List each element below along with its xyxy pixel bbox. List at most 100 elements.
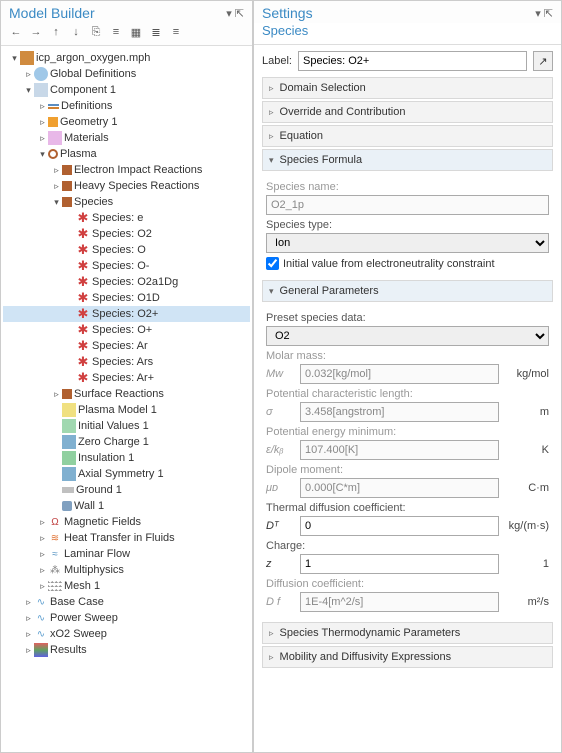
tree-twisty-icon[interactable]: ▹ xyxy=(23,597,34,608)
tree-twisty-icon[interactable]: ▹ xyxy=(37,533,48,544)
toolbar-button-3[interactable]: ↓ xyxy=(69,25,83,39)
molar-mass-label: Molar mass: xyxy=(266,350,549,362)
tree-item[interactable]: Species: e xyxy=(3,210,250,226)
toolbar-button-2[interactable]: ↑ xyxy=(49,25,63,39)
section-equation[interactable]: ▹Equation xyxy=(262,125,553,147)
tree-node-icon xyxy=(62,501,72,511)
tree-item[interactable]: ▹Multiphysics xyxy=(3,562,250,578)
tree-item[interactable]: Plasma Model 1 xyxy=(3,402,250,418)
tree-item[interactable]: Species: Ars xyxy=(3,354,250,370)
tree-node-label: Magnetic Fields xyxy=(64,516,141,528)
settings-body: Label: ↗ ▹Domain Selection ▹Override and… xyxy=(254,45,561,752)
tree-item[interactable]: ▹ Base Case xyxy=(3,594,250,610)
section-formula[interactable]: ▾Species Formula xyxy=(262,149,553,171)
tree-twisty-icon[interactable]: ▹ xyxy=(37,565,48,576)
tree-twisty-icon[interactable]: ▹ xyxy=(37,517,48,528)
tree-item[interactable]: Species: Ar xyxy=(3,338,250,354)
dipole-symbol: μᴅ xyxy=(266,482,296,494)
section-override[interactable]: ▹Override and Contribution xyxy=(262,101,553,123)
section-mobility[interactable]: ▹Mobility and Diffusivity Expressions xyxy=(262,646,553,668)
toolbar-button-5[interactable]: ≡ xyxy=(109,25,123,39)
tree-item[interactable]: ▹Laminar Flow xyxy=(3,546,250,562)
tree-item[interactable]: Wall 1 xyxy=(3,498,250,514)
tree-twisty-icon[interactable]: ▹ xyxy=(51,181,62,192)
tree-twisty-icon[interactable]: ▹ xyxy=(37,549,48,560)
tree-twisty-icon[interactable]: ▾ xyxy=(23,85,34,96)
tdc-input[interactable] xyxy=(300,516,499,536)
tree-item[interactable]: Species: O2a1Dg xyxy=(3,274,250,290)
label-input[interactable] xyxy=(298,51,527,71)
tree-item[interactable]: ▾ Component 1 xyxy=(3,82,250,98)
species-type-select[interactable]: Ion xyxy=(266,233,549,253)
tree-item[interactable]: ▹Definitions xyxy=(3,98,250,114)
tree-item[interactable]: Axial Symmetry 1 xyxy=(3,466,250,482)
tree-item[interactable]: ▹Geometry 1 xyxy=(3,114,250,130)
tree-item[interactable]: ▹ Power Sweep xyxy=(3,610,250,626)
tree-node-label: Zero Charge 1 xyxy=(78,436,149,448)
tree-item[interactable]: Zero Charge 1 xyxy=(3,434,250,450)
toolbar-button-1[interactable]: → xyxy=(29,25,43,39)
tree-item[interactable]: ▹Materials xyxy=(3,130,250,146)
tree-node-label: Power Sweep xyxy=(50,612,118,624)
tree-item[interactable]: Species: O xyxy=(3,242,250,258)
toolbar-button-7[interactable]: ≣ xyxy=(149,25,163,39)
tree-twisty-icon[interactable]: ▹ xyxy=(51,389,62,400)
tree-item[interactable]: Species: O- xyxy=(3,258,250,274)
tree-twisty-icon[interactable]: ▹ xyxy=(37,101,48,112)
tree-item[interactable]: Species: O1D xyxy=(3,290,250,306)
toolbar-button-6[interactable]: ▦ xyxy=(129,25,143,39)
tree-node-icon xyxy=(62,487,74,493)
tree-item[interactable]: ▹Results xyxy=(3,642,250,658)
tree-item[interactable]: ▹xO2 Sweep xyxy=(3,626,250,642)
toolbar-button-4[interactable]: ⎘ xyxy=(89,25,103,39)
tree-node-label: Component 1 xyxy=(50,84,116,96)
charge-symbol: z xyxy=(266,558,296,570)
tree-twisty-icon[interactable]: ▹ xyxy=(23,629,34,640)
tree-twisty-icon[interactable]: ▹ xyxy=(37,133,48,144)
tree-item[interactable]: ▹Surface Reactions xyxy=(3,386,250,402)
tree-item[interactable]: Species: Ar+ xyxy=(3,370,250,386)
tree-item[interactable]: Insulation 1 xyxy=(3,450,250,466)
tree-node-label: Base Case xyxy=(50,596,104,608)
preset-select[interactable]: O2 xyxy=(266,326,549,346)
section-thermo[interactable]: ▹Species Thermodynamic Parameters xyxy=(262,622,553,644)
tree-item[interactable]: Ground 1 xyxy=(3,482,250,498)
tree-item[interactable]: Species: O+ xyxy=(3,322,250,338)
tree-twisty-icon[interactable]: ▹ xyxy=(23,645,34,656)
label-caption: Label: xyxy=(262,55,292,67)
electroneutrality-checkbox-row[interactable]: Initial value from electroneutrality con… xyxy=(266,257,549,270)
tree-node-label: Species: e xyxy=(92,212,143,224)
section-general[interactable]: ▾General Parameters xyxy=(262,280,553,302)
pin-icon[interactable]: ▾ ⇱ xyxy=(535,7,553,20)
tree-twisty-icon[interactable]: ▾ xyxy=(51,197,62,208)
tree-item[interactable]: ▾Species xyxy=(3,194,250,210)
tree-twisty-icon[interactable]: ▾ xyxy=(9,53,20,64)
tree-twisty-icon[interactable]: ▹ xyxy=(37,581,48,592)
tree-item[interactable]: ▹Electron Impact Reactions xyxy=(3,162,250,178)
tree-node-icon xyxy=(62,181,72,191)
section-domain[interactable]: ▹Domain Selection xyxy=(262,77,553,99)
charge-input[interactable] xyxy=(300,554,499,574)
tree-item[interactable]: Species: O2 xyxy=(3,226,250,242)
tree-item[interactable]: Species: O2+ xyxy=(3,306,250,322)
toolbar-button-8[interactable]: ≡ xyxy=(169,25,183,39)
pin-icon[interactable]: ▾ ⇱ xyxy=(226,7,244,20)
tree-twisty-icon[interactable]: ▹ xyxy=(23,613,34,624)
tree-item[interactable]: ▾Plasma xyxy=(3,146,250,162)
tree-twisty-icon[interactable]: ▹ xyxy=(37,117,48,128)
model-tree[interactable]: ▾icp_argon_oxygen.mph▹Global Definitions… xyxy=(1,46,252,752)
tree-node-icon xyxy=(34,83,48,97)
tree-twisty-icon[interactable]: ▾ xyxy=(37,149,48,160)
toolbar-button-0[interactable]: ← xyxy=(9,25,23,39)
electroneutrality-checkbox[interactable] xyxy=(266,257,279,270)
tree-item[interactable]: ▹Mesh 1 xyxy=(3,578,250,594)
tree-item[interactable]: ▹Heat Transfer in Fluids xyxy=(3,530,250,546)
tree-item[interactable]: ▹Heavy Species Reactions xyxy=(3,178,250,194)
goto-icon[interactable]: ↗ xyxy=(533,51,553,71)
tree-item[interactable]: ▹Global Definitions xyxy=(3,66,250,82)
tree-item[interactable]: ▹ Magnetic Fields xyxy=(3,514,250,530)
tree-twisty-icon[interactable]: ▹ xyxy=(51,165,62,176)
tree-item[interactable]: Initial Values 1 xyxy=(3,418,250,434)
tree-item[interactable]: ▾icp_argon_oxygen.mph xyxy=(3,50,250,66)
tree-twisty-icon[interactable]: ▹ xyxy=(23,69,34,80)
